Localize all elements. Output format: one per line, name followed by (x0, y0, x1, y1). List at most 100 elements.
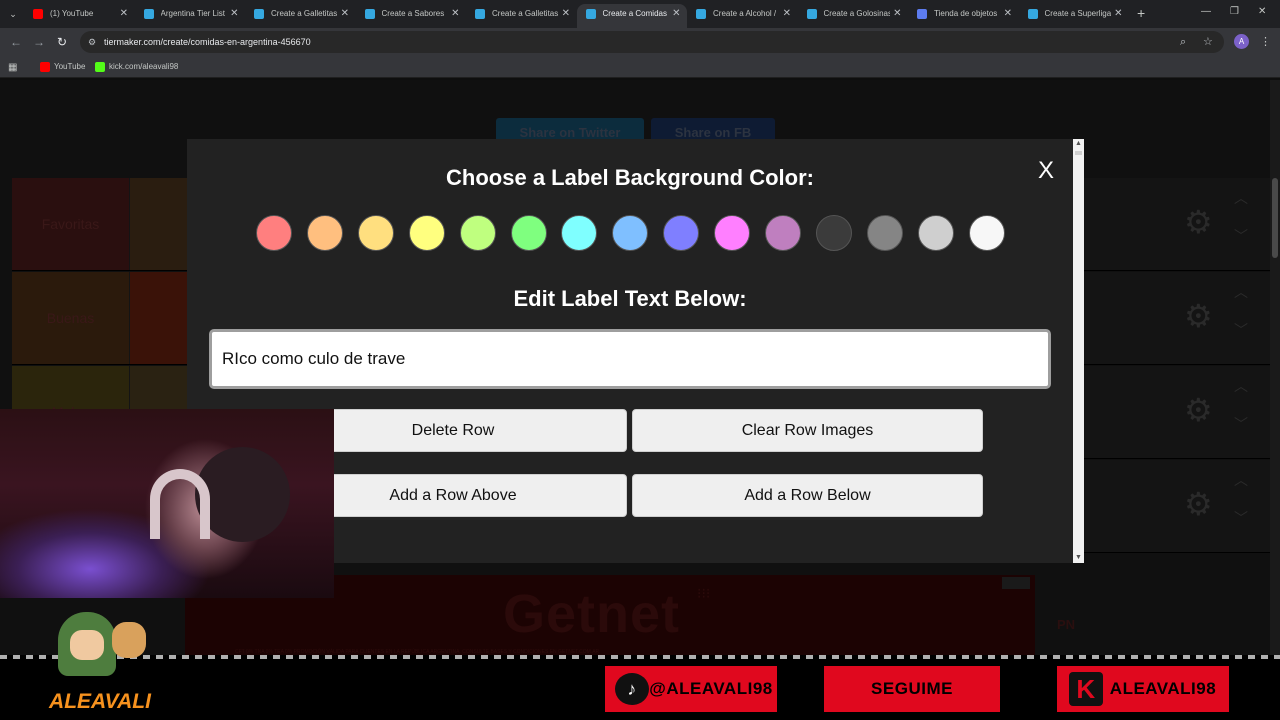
tab-title: Create a Golosinas (823, 9, 890, 18)
tab-close-icon[interactable]: ✕ (893, 4, 901, 24)
color-swatch[interactable] (765, 215, 801, 251)
page-scrollbar[interactable] (1270, 80, 1280, 720)
food-image[interactable] (130, 178, 190, 270)
site-info-icon[interactable]: ⚙ (88, 36, 100, 48)
row-controls: ⚙ ︿ ﹀ (1170, 460, 1270, 553)
new-tab-plus-icon[interactable]: + (1137, 5, 1145, 21)
tab-title: (1) YouTube (50, 9, 94, 18)
tab-title: Create a Galletitas (492, 9, 558, 18)
color-swatch[interactable] (357, 215, 394, 251)
tab-title: Create a Sabores (381, 9, 445, 18)
side-ad-tag: PN (1057, 617, 1076, 632)
color-swatch[interactable] (866, 215, 903, 251)
tab-close-icon[interactable]: ✕ (1004, 4, 1012, 24)
browser-tab[interactable]: Create a Galletitas ✕ (245, 4, 355, 28)
kick-handle-badge: K ALEAVALI98 (1057, 666, 1229, 712)
scroll-down-arrow-icon[interactable]: ▼ (1073, 553, 1084, 563)
move-row-up-icon[interactable]: ︿ (1234, 282, 1248, 302)
bookmark-kick-label: kick.com/aleavali98 (109, 62, 179, 71)
bookmark-star-icon[interactable]: ☆ (1203, 35, 1213, 49)
row-settings-gear-icon[interactable]: ⚙ (1184, 488, 1213, 520)
bookmarks-bar: ▦ YouTube kick.com/aleavali98 (0, 56, 1280, 78)
color-swatch[interactable] (306, 215, 343, 251)
color-swatch[interactable] (714, 215, 751, 251)
kick-handle: ALEAVALI98 (1109, 679, 1217, 698)
tab-favicon-icon (143, 9, 154, 19)
forward-arrow-icon[interactable]: → (33, 34, 45, 50)
profile-avatar[interactable]: A (1234, 34, 1249, 49)
page-scrollbar-thumb[interactable] (1272, 178, 1278, 258)
tab-close-icon[interactable]: ✕ (672, 4, 680, 24)
browser-menu-icon[interactable]: ⋮ (1260, 35, 1271, 48)
browser-tab[interactable]: Argentina Tier List ✕ (135, 4, 245, 28)
color-swatch[interactable] (459, 215, 496, 251)
browser-tab[interactable]: Create a Superliga ✕ (1019, 4, 1129, 28)
maximize-icon[interactable]: ❐ (1230, 6, 1239, 17)
color-swatch[interactable] (917, 215, 954, 251)
browser-tab[interactable]: Tienda de objetos ✕ (908, 4, 1018, 28)
move-row-down-icon[interactable]: ﹀ (1234, 320, 1248, 340)
browser-tab[interactable]: Create a Sabores ✕ (356, 4, 466, 28)
ad-close-button[interactable] (1002, 577, 1030, 589)
color-swatch[interactable] (663, 215, 700, 251)
tab-favicon-icon (696, 9, 706, 19)
bookmark-youtube[interactable]: YouTube (40, 61, 85, 73)
bookmark-youtube-label: YouTube (54, 62, 86, 71)
zoom-icon[interactable]: ⌕ (1180, 35, 1186, 49)
tab-close-icon[interactable]: ✕ (120, 4, 128, 24)
tier-label[interactable]: Buenas (12, 272, 129, 364)
color-swatch[interactable] (510, 215, 547, 251)
label-text-input[interactable] (209, 329, 1051, 389)
close-window-icon[interactable]: ✕ (1258, 6, 1266, 17)
color-swatch[interactable] (256, 215, 292, 251)
move-row-up-icon[interactable]: ︿ (1234, 188, 1248, 208)
browser-tab[interactable]: (1) YouTube ✕ (24, 4, 134, 28)
browser-tab[interactable]: Create a Comidas ✕ (576, 4, 687, 28)
move-row-down-icon[interactable]: ﹀ (1234, 508, 1248, 528)
modal-scrollbar[interactable]: ▲ ▼ (1073, 139, 1084, 563)
apps-grid-icon[interactable]: ▦ (8, 60, 17, 76)
move-row-up-icon[interactable]: ︿ (1234, 470, 1248, 490)
streamer-brand-name: ALEAVALI (49, 690, 151, 713)
add-row-below-button[interactable]: Add a Row Below (632, 474, 983, 517)
clear-row-images-button[interactable]: Clear Row Images (632, 409, 983, 452)
color-swatch[interactable] (815, 215, 852, 251)
scroll-up-arrow-icon[interactable]: ▲ (1073, 139, 1084, 149)
modal-scrollbar-thumb[interactable] (1075, 151, 1082, 155)
torn-edge-decoration (0, 655, 1280, 659)
row-settings-gear-icon[interactable]: ⚙ (1184, 300, 1213, 332)
modal-close-button[interactable]: X (1031, 156, 1061, 186)
webcam-feed (0, 409, 334, 598)
tab-favicon-icon (585, 9, 596, 19)
color-swatch[interactable] (968, 215, 1005, 251)
color-swatch[interactable] (561, 215, 598, 251)
tab-title: Tienda de objetos (934, 9, 998, 18)
move-row-down-icon[interactable]: ﹀ (1234, 414, 1248, 434)
back-arrow-icon[interactable]: ← (10, 34, 22, 50)
browser-tab[interactable]: Create a Galletitas ✕ (466, 4, 576, 28)
browser-tab[interactable]: Create a Golosinas ✕ (798, 4, 908, 28)
food-image[interactable] (130, 272, 190, 364)
color-swatch[interactable] (612, 215, 649, 251)
tab-close-icon[interactable]: ✕ (230, 4, 238, 24)
tab-close-icon[interactable]: ✕ (783, 4, 791, 24)
browser-tab[interactable]: Create a Alcohol / ✕ (687, 4, 797, 28)
row-settings-gear-icon[interactable]: ⚙ (1184, 206, 1213, 238)
move-row-up-icon[interactable]: ︿ (1234, 376, 1248, 396)
address-url[interactable]: tiermaker.com/create/comidas-en-argentin… (104, 36, 311, 48)
youtube-icon (40, 62, 50, 72)
move-row-down-icon[interactable]: ﹀ (1234, 226, 1248, 246)
tier-label[interactable]: Favoritas (12, 178, 129, 270)
row-settings-gear-icon[interactable]: ⚙ (1184, 394, 1213, 426)
tab-close-icon[interactable]: ✕ (451, 4, 459, 24)
minimize-icon[interactable]: — (1201, 6, 1211, 17)
tab-favicon-icon (364, 9, 375, 19)
tab-search-chevron-icon[interactable]: ⌄ (4, 5, 22, 23)
color-swatch[interactable] (408, 215, 445, 251)
bookmark-kick[interactable]: kick.com/aleavali98 (95, 61, 178, 73)
reload-icon[interactable]: ↻ (57, 34, 67, 50)
tab-close-icon[interactable]: ✕ (1114, 4, 1122, 24)
tab-close-icon[interactable]: ✕ (562, 4, 570, 24)
tab-close-icon[interactable]: ✕ (341, 4, 349, 24)
address-bar[interactable]: ⚙ tiermaker.com/create/comidas-en-argent… (80, 31, 1224, 53)
